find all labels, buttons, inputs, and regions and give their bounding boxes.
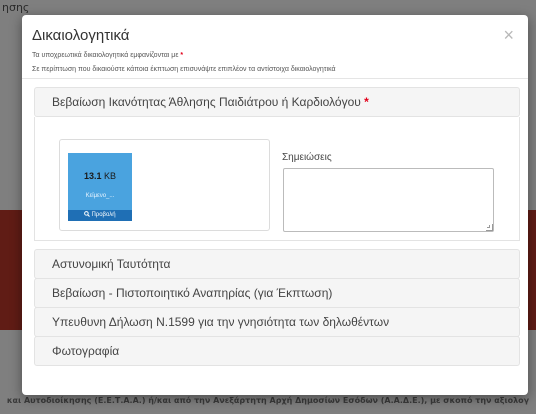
accordion-label: Φωτογραφία <box>52 344 120 358</box>
documents-accordion: Βεβαίωση Ικανότητας Άθλησης Παιδιάτρου ή… <box>34 87 520 397</box>
uploaded-file-card: 13.1 KB Κείμενο_... Προβολή <box>59 139 270 231</box>
accordion-header-disability-certificate[interactable]: Βεβαίωση - Πιστοποιητικό Αναπηρίας (για … <box>34 278 520 308</box>
notes-textarea[interactable] <box>283 168 494 232</box>
required-hint-text: Τα υποχρεωτικά δικαιολογητικά εμφανίζοντ… <box>32 52 179 59</box>
accordion-label: Βεβαίωση Ικανότητας Άθλησης Παιδιάτρου ή… <box>52 95 369 109</box>
accordion-content-fitness-certificate: 13.1 KB Κείμενο_... Προβολή Σημειώσεις <box>34 117 520 241</box>
accordion-header-fitness-certificate[interactable]: Βεβαίωση Ικανότητας Άθλησης Παιδιάτρου ή… <box>34 87 520 117</box>
accordion-label: Υπευθυνη Δήλωση Ν.1599 για την γνησιότητ… <box>52 315 390 329</box>
preview-button[interactable]: Προβολή <box>68 210 132 221</box>
preview-label: Προβολή <box>91 212 116 218</box>
accordion-label: Αστυνομική Ταυτότητα <box>52 257 171 271</box>
discount-hint: Σε περίπτωση που δικαιούστε κάποια έκπτω… <box>32 66 336 73</box>
file-size: 13.1 KB <box>83 171 117 181</box>
accordion-label: Βεβαίωση - Πιστοποιητικό Αναπηρίας (για … <box>52 286 333 300</box>
modal-title: Δικαιολογητικά <box>32 27 130 44</box>
document-title: Βεβαίωση Ικανότητας Άθλησης Παιδιάτρου ή… <box>52 95 361 109</box>
required-hint: Τα υποχρεωτικά δικαιολογητικά εμφανίζοντ… <box>32 52 183 59</box>
resize-grip-icon[interactable] <box>486 224 493 231</box>
accordion-header-solemn-declaration[interactable]: Υπευθυνη Δήλωση Ν.1599 για την γνησιότητ… <box>34 307 520 337</box>
accordion-header-police-id[interactable]: Αστυνομική Ταυτότητα <box>34 249 520 279</box>
file-thumbnail[interactable]: 13.1 KB Κείμενο_... Προβολή <box>68 153 132 221</box>
search-icon <box>84 211 91 217</box>
header-divider <box>22 78 528 79</box>
required-marker: * <box>180 52 184 59</box>
documents-modal: Δικαιολογητικά × Τα υποχρεωτικά δικαιολο… <box>22 15 528 395</box>
required-marker: * <box>364 95 369 109</box>
file-name: Κείμενο_... <box>85 193 115 199</box>
close-button[interactable]: × <box>503 25 514 46</box>
accordion-header-photo[interactable]: Φωτογραφία <box>34 336 520 366</box>
notes-label: Σημειώσεις <box>282 152 332 163</box>
